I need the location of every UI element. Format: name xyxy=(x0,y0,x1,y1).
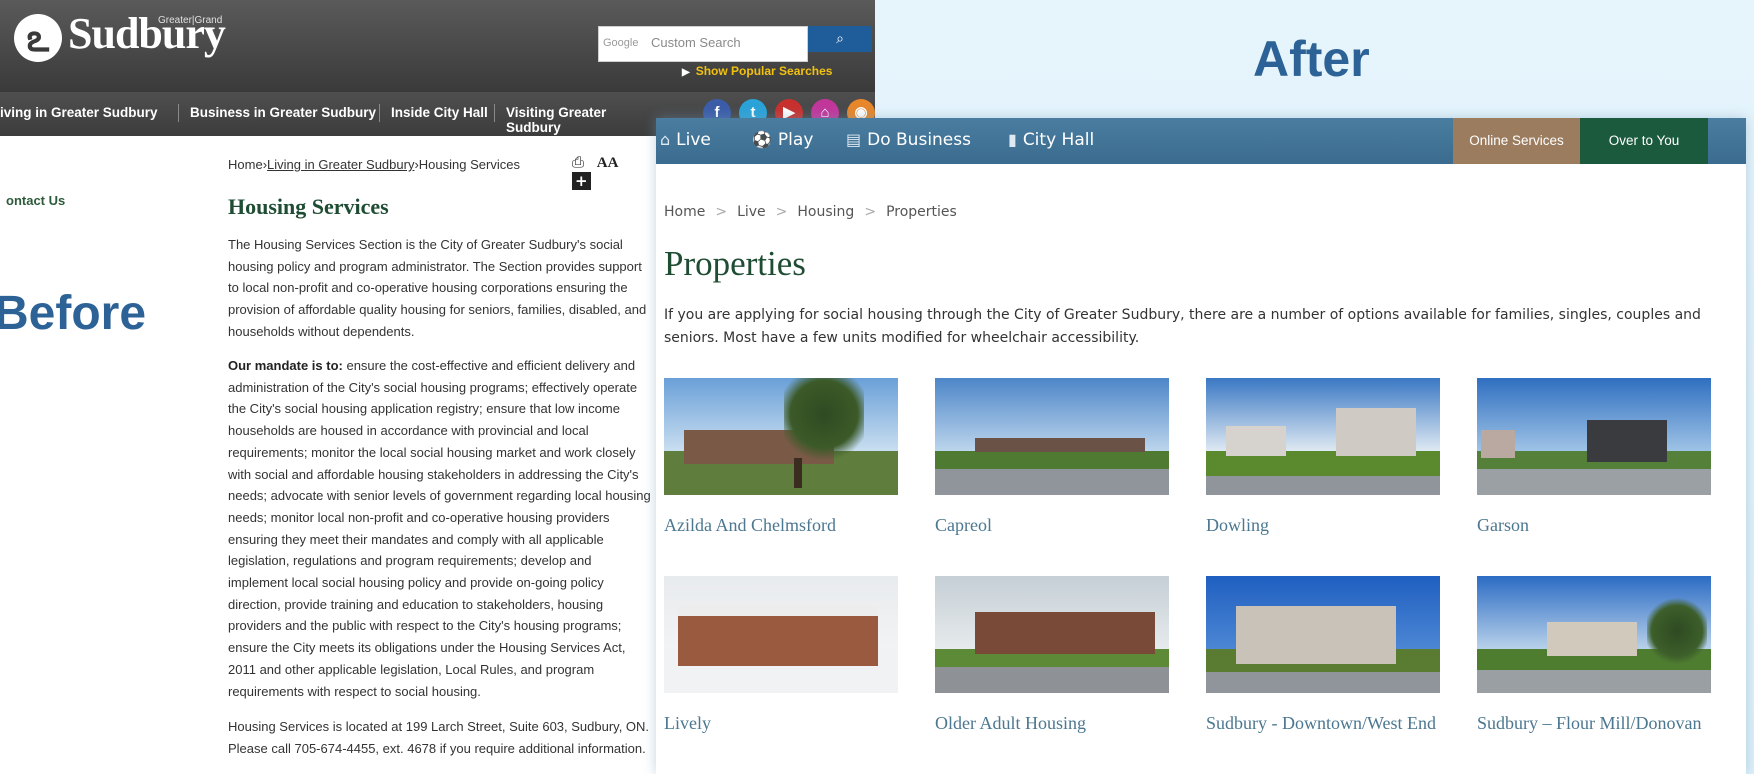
nav-divider xyxy=(379,104,380,122)
breadcrumb-housing[interactable]: Housing xyxy=(797,204,854,220)
search-placeholder: Custom Search xyxy=(651,35,741,50)
after-screenshot: ⌂ Live ⚽ Play ▤ Do Business ▮ City Hall Onli… xyxy=(656,118,1746,774)
before-breadcrumb: Home›Living in Greater Sudbury›Housing S… xyxy=(228,157,520,172)
play-icon: ⚽ xyxy=(752,130,772,149)
property-card[interactable]: Older Adult Housing xyxy=(935,576,1169,733)
before-label: Before xyxy=(0,287,147,340)
nav-city-hall[interactable]: ▮ City Hall xyxy=(1008,130,1094,150)
property-card[interactable]: Dowling xyxy=(1206,378,1440,535)
breadcrumb-current: Housing Services xyxy=(418,157,520,172)
nav-business-in-greater-sudbury[interactable]: Business in Greater Sudbury xyxy=(190,105,376,120)
property-label[interactable]: Capreol xyxy=(935,515,1169,535)
intro-paragraph: If you are applying for social housing t… xyxy=(664,307,1701,346)
breadcrumb-home[interactable]: Home xyxy=(664,204,705,220)
property-label[interactable]: Lively xyxy=(664,713,898,733)
page-tools: ⎙ AA + xyxy=(572,153,656,190)
property-card[interactable]: Sudbury - Downtown/West End xyxy=(1206,576,1440,733)
location-paragraph: Housing Services is located at 199 Larch… xyxy=(228,719,650,756)
intro-paragraph: The Housing Services Section is the City… xyxy=(228,237,647,339)
property-card[interactable]: Lively xyxy=(664,576,898,733)
nav-visiting-greater-sudbury[interactable]: Visiting Greater Sudbury xyxy=(506,105,656,135)
print-icon[interactable]: ⎙ xyxy=(572,153,584,171)
nav-living-in-greater-sudbury[interactable]: iving in Greater Sudbury xyxy=(0,105,158,120)
home-icon: ⌂ xyxy=(660,130,671,149)
property-label[interactable]: Older Adult Housing xyxy=(935,713,1169,733)
google-brand: Google xyxy=(603,37,639,49)
triangle-right-icon: ▶ xyxy=(682,67,690,78)
breadcrumb-current: Properties xyxy=(886,204,957,220)
city-hall-icon: ▮ xyxy=(1008,130,1017,149)
sudbury-logo-icon[interactable]: ఽ xyxy=(14,14,62,62)
sidebar-contact-us[interactable]: ontact Us xyxy=(6,193,65,208)
show-popular-searches-link[interactable]: ▶ Show Popular Searches xyxy=(682,64,832,78)
property-label[interactable]: Sudbury – Flour Mill/Donovan xyxy=(1477,713,1711,733)
after-breadcrumb: Home > Live > Housing > Properties xyxy=(664,204,957,220)
page-title: Properties xyxy=(664,244,806,283)
nav-divider xyxy=(178,104,179,122)
property-photo[interactable] xyxy=(1477,378,1711,495)
search-icon: ⌕ xyxy=(836,31,844,47)
search-input[interactable]: Google Custom Search xyxy=(598,26,808,62)
nav-live[interactable]: ⌂ Live xyxy=(660,130,711,150)
breadcrumb-live[interactable]: Live xyxy=(737,204,766,220)
property-card[interactable]: Garson xyxy=(1477,378,1711,535)
property-card[interactable]: Sudbury – Flour Mill/Donovan xyxy=(1477,576,1711,733)
business-icon: ▤ xyxy=(846,130,862,149)
property-card[interactable]: Azilda And Chelmsford xyxy=(664,378,898,535)
property-card[interactable]: Capreol xyxy=(935,378,1169,535)
online-services-button[interactable]: Online Services xyxy=(1453,118,1580,164)
after-main-nav: ⌂ Live ⚽ Play ▤ Do Business ▮ City Hall Onli… xyxy=(656,118,1746,164)
add-icon[interactable]: + xyxy=(572,172,591,190)
text-size-icon[interactable]: AA xyxy=(597,155,619,171)
property-photo[interactable] xyxy=(935,378,1169,495)
page-title: Housing Services xyxy=(228,194,389,219)
mandate-paragraph: Our mandate is to: ensure the cost-effec… xyxy=(228,358,651,699)
property-photo[interactable] xyxy=(935,576,1169,693)
property-photo[interactable] xyxy=(664,576,898,693)
property-photo[interactable] xyxy=(1206,378,1440,495)
nav-play[interactable]: ⚽ Play xyxy=(752,130,813,150)
after-label: After xyxy=(1253,31,1370,87)
property-photo[interactable] xyxy=(1206,576,1440,693)
over-to-you-button[interactable]: Over to You xyxy=(1580,118,1708,164)
breadcrumb-home[interactable]: Home xyxy=(228,157,263,172)
property-photo[interactable] xyxy=(664,378,898,495)
before-header: ఽ Sudbury Greater|Grand Google Custom Se… xyxy=(0,0,875,92)
logo-greater-grand: Greater|Grand xyxy=(158,15,223,26)
nav-divider xyxy=(494,104,495,122)
breadcrumb-living[interactable]: Living in Greater Sudbury xyxy=(267,157,414,172)
nav-inside-city-hall[interactable]: Inside City Hall xyxy=(391,105,488,120)
nav-do-business[interactable]: ▤ Do Business xyxy=(846,130,971,150)
property-label[interactable]: Sudbury - Downtown/West End xyxy=(1206,713,1440,733)
property-label[interactable]: Dowling xyxy=(1206,515,1440,535)
search-button[interactable]: ⌕ xyxy=(808,26,872,52)
property-photo[interactable] xyxy=(1477,576,1711,693)
property-label[interactable]: Azilda And Chelmsford xyxy=(664,515,898,535)
before-screenshot: ఽ Sudbury Greater|Grand Google Custom Se… xyxy=(0,0,875,774)
property-label[interactable]: Garson xyxy=(1477,515,1711,535)
